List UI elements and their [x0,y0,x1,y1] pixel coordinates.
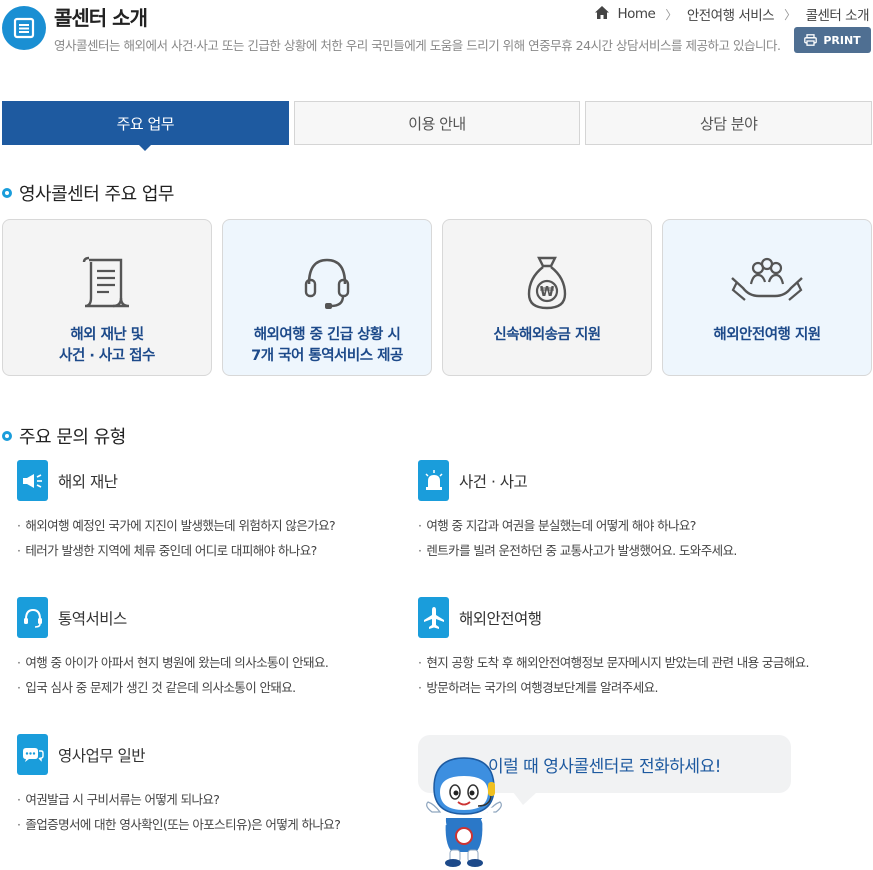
document-icon [81,253,133,313]
chat-icon [17,734,48,775]
print-button[interactable]: PRINT [794,27,871,53]
siren-icon [418,460,449,501]
list-item: 여행 중 아이가 아파서 현지 병원에 왔는데 의사소통이 안돼요. [17,650,328,675]
breadcrumb-home[interactable]: Home [617,6,655,22]
duty-card-remittance: ₩ 신속해외송금 지원 [442,219,652,376]
printer-icon [804,34,818,46]
list-item: 해외여행 예정인 국가에 지진이 발생했는데 위험하지 않은가요? [17,513,335,538]
bullet-icon [2,188,12,198]
question-list: 여권발급 시 구비서류는 어떻게 되나요? 졸업증명서에 대한 영사확인(또는 … [17,787,340,837]
headset-icon [17,597,48,638]
section-title-text: 영사콜센터 주요 업무 [19,184,174,205]
category-title: 해외안전여행 [459,609,542,628]
duty-card-interpretation: 해외여행 중 긴급 상황 시 7개 국어 통역서비스 제공 [222,219,432,376]
duty-card-label: 해외여행 중 긴급 상황 시 7개 국어 통역서비스 제공 [251,325,403,367]
section-title-duties: 영사콜센터 주요 업무 [2,180,174,206]
category-title: 통역서비스 [58,609,127,628]
question-list: 여행 중 지갑과 여권을 분실했는데 어떻게 해야 하나요? 렌트카를 빌려 운… [418,513,737,563]
category-title: 영사업무 일반 [58,746,146,765]
breadcrumb: Home 〉 안전여행 서비스 〉 콜센터 소개 [595,4,870,24]
airplane-icon [418,597,449,638]
money-bag-icon: ₩ [525,253,569,313]
list-item: 여권발급 시 구비서류는 어떻게 되나요? [17,787,340,812]
category-consular-general: 영사업무 일반 여권발급 시 구비서류는 어떻게 되나요? 졸업증명서에 대한 … [17,734,341,837]
category-title: 사건 · 사고 [459,472,528,491]
breadcrumb-level1[interactable]: 안전여행 서비스 [687,4,775,24]
category-interpretation: 통역서비스 여행 중 아이가 아파서 현지 병원에 왔는데 의사소통이 안돼요.… [17,597,329,700]
list-item: 여행 중 지갑과 여권을 분실했는데 어떻게 해야 하나요? [418,513,737,538]
page-icon [2,6,46,50]
category-title: 해외 재난 [58,472,118,491]
tab-main-duties[interactable]: 주요 업무 [2,101,289,151]
category-incident: 사건 · 사고 여행 중 지갑과 여권을 분실했는데 어떻게 해야 하나요? 렌… [418,460,737,563]
headset-icon [301,253,353,313]
duty-card-disaster: 해외 재난 및 사건 · 사고 접수 [2,219,212,376]
duty-card-safe-travel: 해외안전여행 지원 [662,219,872,376]
section-title-inquiries: 주요 문의 유형 [2,423,126,449]
category-disaster: 해외 재난 해외여행 예정인 국가에 지진이 발생했는데 위험하지 않은가요? … [17,460,336,563]
list-item: 현지 공항 도착 후 해외안전여행정보 문자메시지 받았는데 관련 내용 궁금해… [418,650,809,675]
question-list: 현지 공항 도착 후 해외안전여행정보 문자메시지 받았는데 관련 내용 궁금해… [418,650,809,700]
mascot-character [426,757,502,867]
duty-card-line2: 사건 · 사고 접수 [59,348,155,364]
chevron-right-icon: 〉 [784,7,796,22]
tab-usage-guide[interactable]: 이용 안내 [293,101,581,145]
duty-card-label: 해외안전여행 지원 [713,325,821,346]
list-item: 졸업증명서에 대한 영사확인(또는 아포스티유)은 어떻게 하나요? [17,812,340,837]
page-description: 영사콜센터는 해외에서 사건·사고 또는 긴급한 상황에 처한 우리 국민들에게… [54,38,781,53]
duty-card-line1: 해외 재난 및 [70,327,144,343]
tab-bar: 주요 업무 이용 안내 상담 분야 [2,101,873,151]
tab-consult-areas[interactable]: 상담 분야 [585,101,873,145]
duty-card-line1: 해외안전여행 지원 [713,327,821,343]
megaphone-icon [17,460,48,501]
page-title: 콜센터 소개 [54,6,148,30]
svg-text:₩: ₩ [540,285,555,300]
duty-cards: 해외 재난 및 사건 · 사고 접수 해외여행 중 긴급 상황 시 7개 국어 … [2,219,872,376]
question-list: 해외여행 예정인 국가에 지진이 발생했는데 위험하지 않은가요? 테러가 발생… [17,513,335,563]
print-label: PRINT [823,33,861,47]
category-safe-travel: 해외안전여행 현지 공항 도착 후 해외안전여행정보 문자메시지 받았는데 관련… [418,597,810,700]
breadcrumb-level2[interactable]: 콜센터 소개 [806,4,870,24]
hands-people-icon [729,253,805,313]
duty-card-line1: 해외여행 중 긴급 상황 시 [253,327,401,343]
list-item: 입국 심사 중 문제가 생긴 것 같은데 의사소통이 안돼요. [17,675,328,700]
list-item: 방문하려는 국가의 여행경보단계를 알려주세요. [418,675,809,700]
list-item: 렌트카를 빌려 운전하던 중 교통사고가 발생했어요. 도와주세요. [418,538,737,563]
chevron-right-icon: 〉 [665,7,677,22]
list-icon [13,17,35,39]
home-icon[interactable] [595,5,610,23]
bullet-icon [2,431,12,441]
list-item: 테러가 발생한 지역에 체류 중인데 어디로 대피해야 하나요? [17,538,335,563]
duty-card-label: 신속해외송금 지원 [493,325,601,346]
duty-card-line2: 7개 국어 통역서비스 제공 [251,348,403,364]
question-list: 여행 중 아이가 아파서 현지 병원에 왔는데 의사소통이 안돼요. 입국 심사… [17,650,328,700]
duty-card-line1: 신속해외송금 지원 [493,327,601,343]
section-title-text: 주요 문의 유형 [19,427,126,448]
duty-card-label: 해외 재난 및 사건 · 사고 접수 [59,325,155,367]
